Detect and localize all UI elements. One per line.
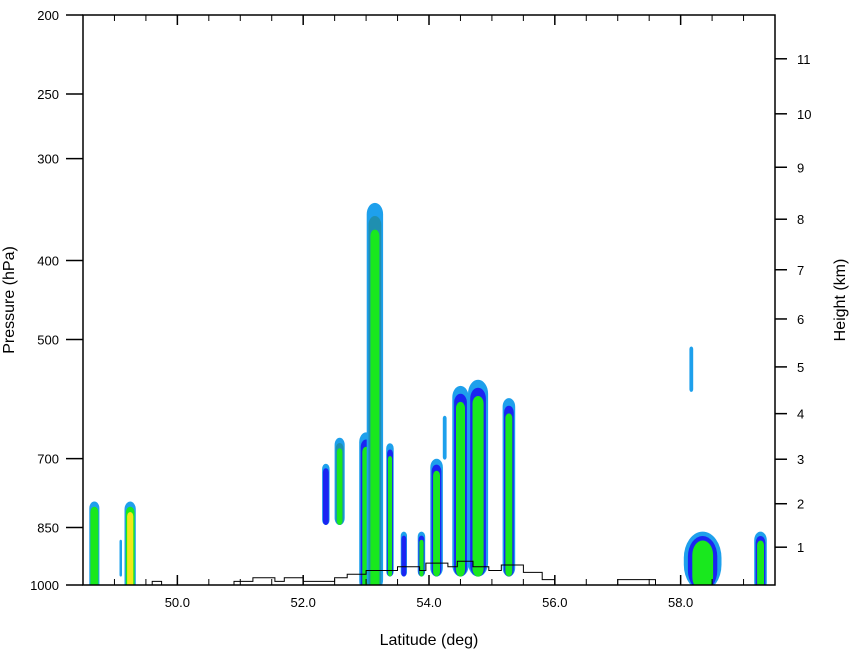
height-tick-label: 3 <box>797 452 804 467</box>
contour-level-green <box>370 229 380 585</box>
contour-cell <box>754 531 767 585</box>
contour-cell <box>322 463 330 525</box>
contour-level-light_blue <box>442 415 447 460</box>
contour-level-yellow <box>127 512 134 585</box>
pressure-tick-label: 200 <box>37 8 59 23</box>
contour-cells <box>89 202 767 585</box>
x-tick-label: 52.0 <box>291 595 316 610</box>
contour-level-light_blue <box>119 539 122 577</box>
height-tick-label: 7 <box>797 263 804 278</box>
x-tick-label: 58.0 <box>668 595 693 610</box>
contour-level-green <box>90 506 99 585</box>
contour-level-green <box>757 540 764 585</box>
contour-cell <box>442 415 447 460</box>
height-tick-label: 5 <box>797 360 804 375</box>
height-tick-label: 6 <box>797 312 804 327</box>
contour-cell <box>386 443 394 577</box>
contour-cell <box>468 379 489 577</box>
contour-cell <box>400 531 407 577</box>
pressure-tick-label: 700 <box>37 452 59 467</box>
height-tick-label: 11 <box>797 52 811 67</box>
pressure-tick-label: 250 <box>37 87 59 102</box>
contour-cell <box>417 531 426 577</box>
contour-cell <box>124 501 136 585</box>
plot-frame <box>82 14 776 586</box>
contour-cell <box>334 437 345 525</box>
height-tick-label: 9 <box>797 160 804 175</box>
contour-level-blue <box>322 468 329 525</box>
contour-level-green <box>433 470 440 577</box>
height-tick-label: 4 <box>797 407 804 422</box>
contour-cell <box>366 202 384 585</box>
pressure-tick-label: 850 <box>37 520 59 535</box>
contour-cell <box>689 346 694 392</box>
x-axis-title: Latitude (deg) <box>380 632 479 649</box>
x-tick-label: 50.0 <box>165 595 190 610</box>
contour-cell <box>89 501 100 585</box>
pressure-tick-label: 1000 <box>30 578 59 593</box>
contour-level-light_blue <box>689 346 694 392</box>
height-tick-label: 10 <box>797 107 811 122</box>
height-tick-label: 2 <box>797 497 804 512</box>
contour-chart: 50.0 52.0 54.0 56.0 58.020025030040050070085… <box>1 8 849 649</box>
left-axis-title: Pressure (hPa) <box>1 246 18 354</box>
contour-level-green <box>456 401 465 577</box>
height-tick-label: 1 <box>797 540 804 555</box>
contour-cell <box>502 398 516 577</box>
height-tick-label: 8 <box>797 212 804 227</box>
right-axis-title: Height (km) <box>832 259 849 342</box>
contour-level-green <box>387 456 393 577</box>
contour-cell <box>119 539 122 577</box>
pressure-tick-label: 500 <box>37 333 59 348</box>
contour-level-blue <box>401 535 407 577</box>
contour-level-green <box>472 396 484 577</box>
pressure-tick-label: 300 <box>37 152 59 167</box>
contour-cell <box>452 385 469 577</box>
x-tick-label: 56.0 <box>542 595 567 610</box>
axis-ticks: 50.0 52.0 54.0 56.0 58.020025030040050070085… <box>30 8 811 610</box>
contour-level-green <box>692 540 714 585</box>
contour-level-green <box>505 413 513 577</box>
pressure-tick-label: 400 <box>37 253 59 268</box>
contour-cell <box>683 531 722 585</box>
contour-level-green <box>336 448 343 525</box>
contour-cell <box>430 458 443 577</box>
x-tick-label: 54.0 <box>416 595 441 610</box>
contour-level-green <box>419 539 424 577</box>
